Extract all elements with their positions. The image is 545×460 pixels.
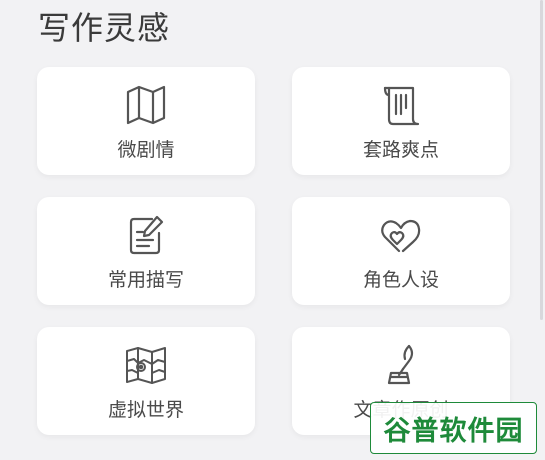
- watermark-logo: 谷普软件园: [370, 402, 537, 454]
- card-micro-plot[interactable]: 微剧情: [37, 67, 255, 175]
- card-label: 虚拟世界: [107, 399, 184, 421]
- card-descriptions[interactable]: 常用描写: [37, 197, 255, 305]
- edit-note-icon: [122, 211, 170, 259]
- card-label: 常用描写: [107, 269, 184, 291]
- card-virtual-world[interactable]: 虚拟世界: [37, 327, 255, 435]
- page-title: 写作灵感: [38, 9, 171, 47]
- card-label: 套路爽点: [362, 139, 439, 161]
- scrollbar[interactable]: [540, 0, 543, 320]
- card-label: 微剧情: [117, 139, 175, 161]
- hearts-icon: [377, 211, 425, 259]
- scroll-icon: [377, 81, 425, 129]
- world-map-icon: [122, 341, 170, 389]
- quill-ink-icon: [377, 341, 425, 389]
- map-icon: [122, 81, 170, 129]
- card-characters[interactable]: 角色人设: [292, 197, 510, 305]
- card-tropes[interactable]: 套路爽点: [292, 67, 510, 175]
- card-label: 角色人设: [362, 269, 439, 291]
